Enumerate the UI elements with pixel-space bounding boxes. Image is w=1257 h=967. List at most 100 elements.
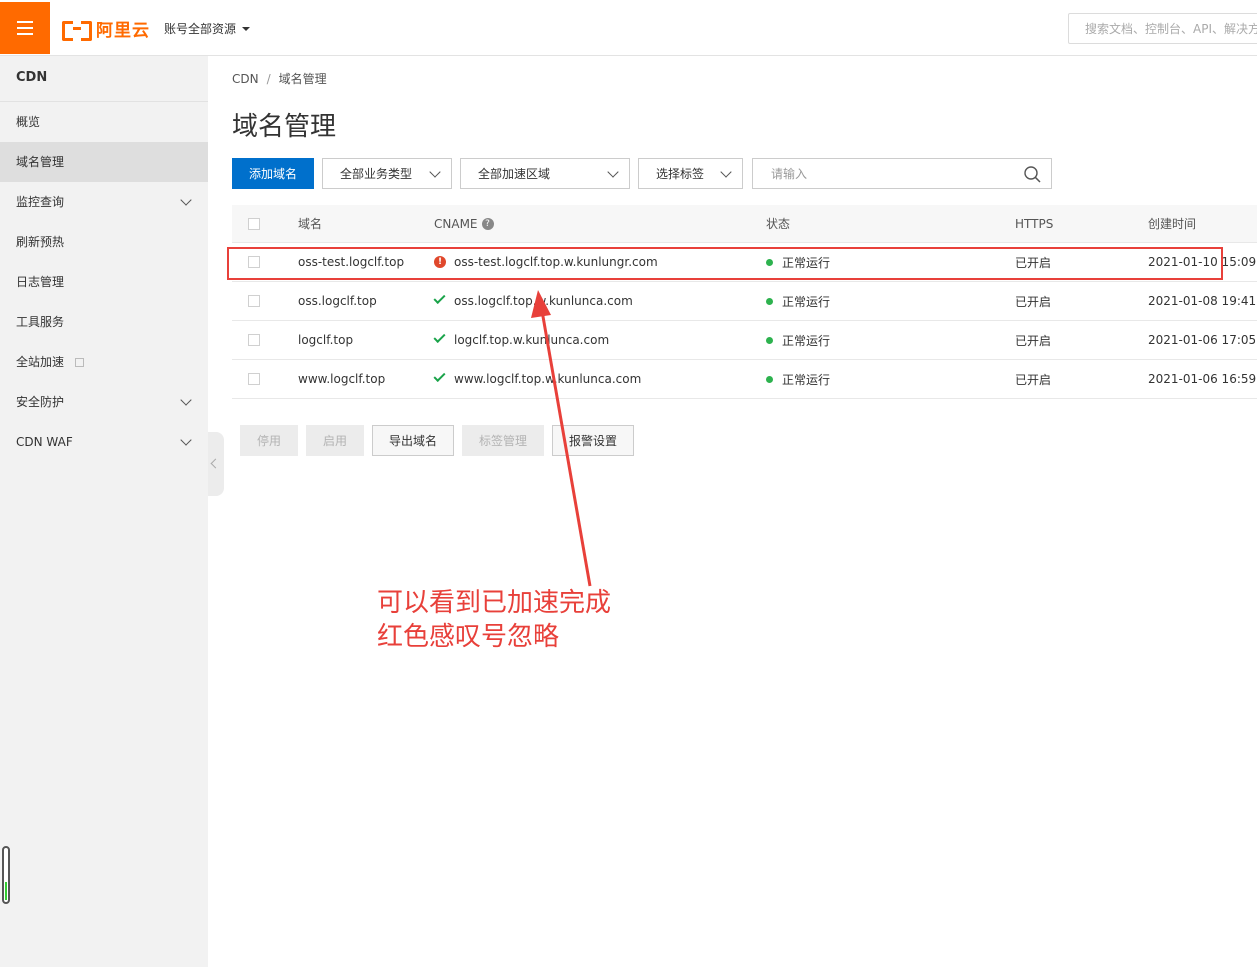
external-link-icon	[74, 358, 84, 367]
column-header-status: 状态	[766, 217, 791, 231]
sidebar-item-label: 工具服务	[16, 315, 65, 329]
check-icon	[433, 369, 446, 383]
sidebar-item-dcdn[interactable]: 全站加速	[0, 342, 208, 382]
cname-value: logclf.top.w.kunlunca.com	[454, 333, 610, 347]
scroll-indicator[interactable]	[2, 846, 10, 904]
export-domains-button[interactable]: 导出域名	[372, 425, 454, 456]
chevron-left-icon	[210, 458, 221, 469]
table-row: oss-test.logclf.top ! oss-test.logclf.to…	[232, 243, 1257, 282]
row-checkbox[interactable]	[248, 373, 260, 385]
row-checkbox[interactable]	[248, 334, 260, 346]
cname-value: oss.logclf.top.w.kunlunca.com	[454, 294, 633, 308]
cname-cell: oss.logclf.top.w.kunlunca.com	[433, 282, 633, 320]
sidebar-item-security[interactable]: 安全防护	[0, 382, 208, 422]
sidebar-item-overview[interactable]: 概览	[0, 102, 208, 142]
domain-cell[interactable]: oss-test.logclf.top	[298, 243, 404, 281]
business-type-select[interactable]: 全部业务类型	[322, 158, 452, 189]
sidebar-item-label: 概览	[16, 115, 41, 129]
page-title: 域名管理	[232, 112, 337, 142]
breadcrumb: CDN / 域名管理	[232, 70, 327, 87]
alarm-settings-button[interactable]: 报警设置	[552, 425, 634, 456]
sidebar-item-label: 域名管理	[16, 155, 65, 169]
created-cell: 2021-01-06 17:05:36	[1148, 333, 1257, 347]
status-dot-icon	[766, 375, 773, 383]
table-header: 域名 CNAME ? 状态 HTTPS 创建时间	[232, 205, 1257, 243]
cname-value: www.logclf.top.w.kunlunca.com	[454, 372, 642, 386]
tag-select[interactable]: 选择标签	[638, 158, 743, 189]
check-icon	[433, 330, 446, 344]
cname-cell: ! oss-test.logclf.top.w.kunlungr.com	[434, 243, 658, 281]
status-cell: 正常运行	[766, 360, 830, 398]
account-resources-label: 账号全部资源	[164, 22, 237, 36]
sidebar-item-monitoring[interactable]: 监控查询	[0, 182, 208, 222]
status-value: 正常运行	[782, 372, 831, 387]
search-icon[interactable]	[1024, 166, 1041, 183]
warning-icon[interactable]: !	[434, 256, 446, 268]
https-cell: 已开启	[1015, 255, 1052, 270]
global-search-input[interactable]: 搜索文档、控制台、API、解决方案	[1068, 13, 1257, 44]
domain-cell[interactable]: oss.logclf.top	[298, 282, 377, 320]
sidebar-item-label: 日志管理	[16, 275, 65, 289]
status-dot-icon	[766, 297, 773, 305]
sidebar-item-label: 监控查询	[16, 195, 65, 209]
status-value: 正常运行	[782, 294, 831, 309]
sidebar-title: CDN	[0, 56, 208, 102]
top-navbar: 阿里云 账号全部资源 搜索文档、控制台、API、解决方案	[0, 0, 1257, 56]
https-cell: 已开启	[1015, 294, 1052, 309]
menu-toggle-button[interactable]	[0, 2, 50, 54]
domain-cell[interactable]: logclf.top	[298, 321, 353, 359]
account-resources-dropdown[interactable]: 账号全部资源	[164, 20, 251, 37]
created-cell: 2021-01-06 16:59:00	[1148, 372, 1257, 386]
sidebar-item-logs[interactable]: 日志管理	[0, 262, 208, 302]
status-cell: 正常运行	[766, 321, 830, 359]
domain-search-input[interactable]	[769, 165, 1019, 182]
region-select[interactable]: 全部加速区域	[460, 158, 630, 189]
hamburger-icon	[17, 21, 33, 35]
sidebar-collapse-button[interactable]	[208, 432, 224, 496]
domain-search-field	[752, 158, 1052, 189]
column-header-domain: 域名	[298, 217, 323, 231]
column-header-cname: CNAME ?	[434, 205, 494, 242]
help-icon[interactable]: ?	[481, 217, 494, 230]
breadcrumb-current: 域名管理	[278, 72, 327, 86]
status-value: 正常运行	[782, 255, 831, 270]
disable-button[interactable]: 停用	[240, 425, 298, 456]
status-cell: 正常运行	[766, 243, 830, 281]
sidebar-item-label: 安全防护	[16, 395, 65, 409]
column-header-cname-label: CNAME	[434, 216, 478, 231]
domain-cell[interactable]: www.logclf.top	[298, 360, 385, 398]
sidebar-item-domain-management[interactable]: 域名管理	[0, 142, 208, 182]
sidebar-item-cdn-waf[interactable]: CDN WAF	[0, 422, 208, 462]
cname-cell: logclf.top.w.kunlunca.com	[433, 321, 610, 359]
sidebar-item-tools[interactable]: 工具服务	[0, 302, 208, 342]
column-header-https: HTTPS	[1015, 216, 1054, 231]
chevron-down-icon	[180, 194, 192, 206]
row-checkbox[interactable]	[248, 295, 260, 307]
chevron-down-icon	[180, 434, 192, 446]
breadcrumb-separator: /	[266, 72, 271, 86]
chevron-down-icon	[180, 394, 192, 406]
https-cell: 已开启	[1015, 333, 1052, 348]
https-cell: 已开启	[1015, 372, 1052, 387]
tag-management-button[interactable]: 标签管理	[462, 425, 544, 456]
logo-text: 阿里云	[96, 21, 150, 41]
chevron-down-icon	[429, 166, 441, 178]
chevron-down-icon	[720, 166, 732, 178]
column-header-created: 创建时间	[1148, 217, 1197, 231]
sidebar-item-refresh-preload[interactable]: 刷新预热	[0, 222, 208, 262]
row-checkbox[interactable]	[248, 256, 260, 268]
breadcrumb-root[interactable]: CDN	[232, 72, 259, 86]
sidebar: CDN 概览 域名管理 监控查询 刷新预热 日志管理 工具服务 全站加速 安全防…	[0, 56, 208, 967]
region-select-value: 全部加速区域	[478, 167, 551, 181]
table-row: logclf.top logclf.top.w.kunlunca.com 正常运…	[232, 321, 1257, 360]
aliyun-logo[interactable]: 阿里云	[62, 16, 150, 41]
global-search-placeholder: 搜索文档、控制台、API、解决方案	[1085, 22, 1257, 36]
tag-select-value: 选择标签	[656, 167, 705, 181]
enable-button[interactable]: 启用	[306, 425, 364, 456]
sidebar-item-label: 全站加速	[16, 355, 65, 369]
created-cell: 2021-01-08 19:41:50	[1148, 294, 1257, 308]
add-domain-button[interactable]: 添加域名	[232, 158, 314, 189]
status-cell: 正常运行	[766, 282, 830, 320]
status-dot-icon	[766, 258, 773, 266]
select-all-checkbox[interactable]	[248, 217, 260, 230]
